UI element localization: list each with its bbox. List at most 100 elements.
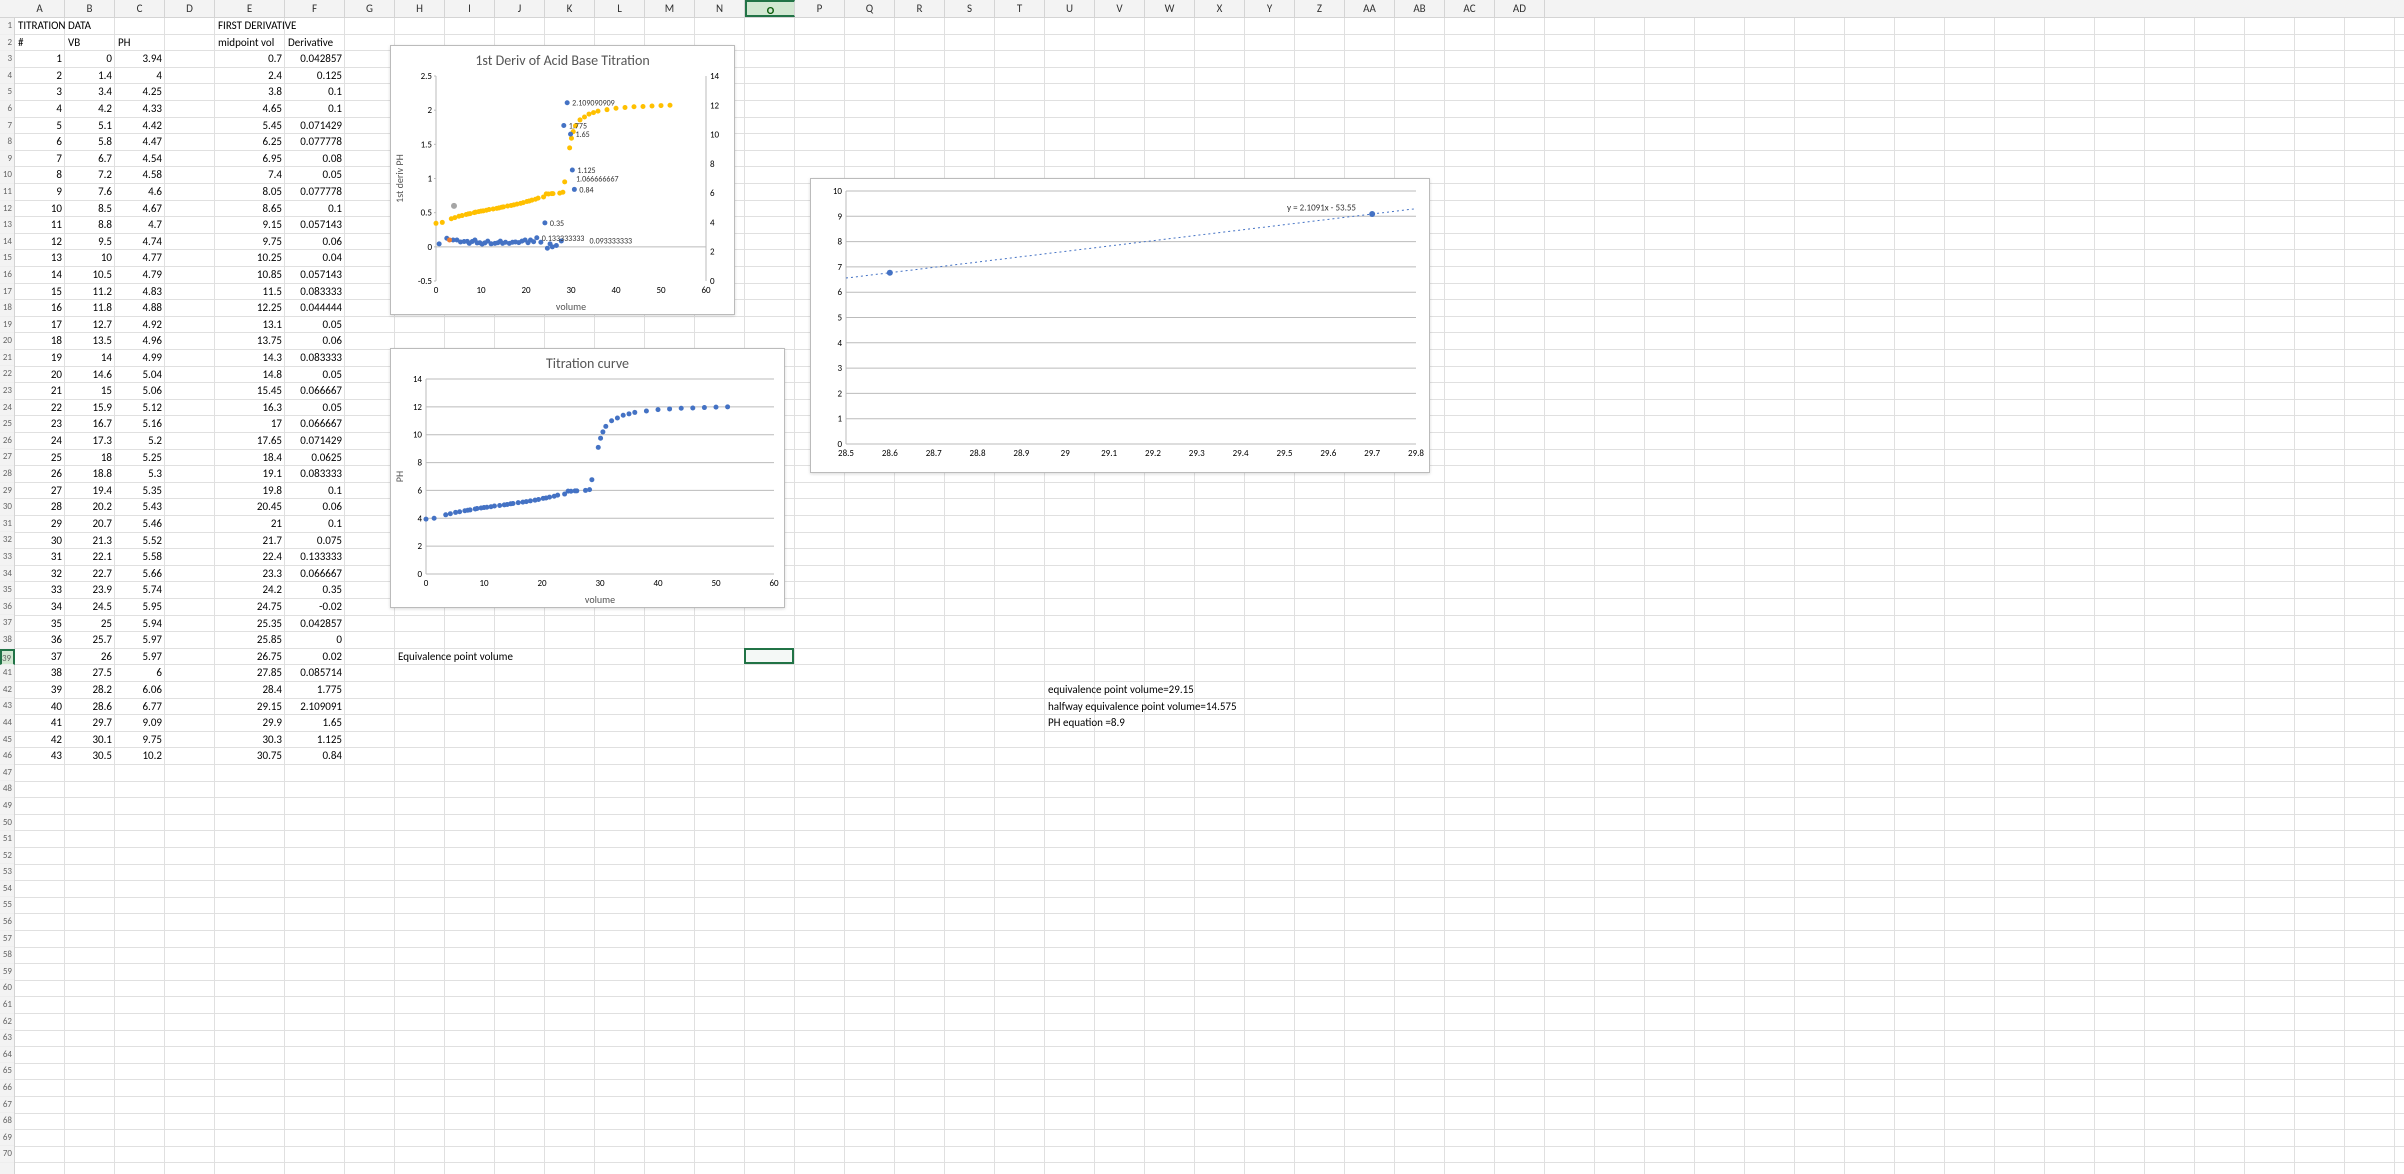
cell-E37[interactable]: 25.35 [215,616,285,633]
cell-F3[interactable]: 0.042857 [285,51,345,68]
cell-A20[interactable]: 18 [15,333,65,350]
row-header-37[interactable]: 37 [0,615,14,632]
cell-B31[interactable]: 20.7 [65,516,115,533]
cell-A11[interactable]: 9 [15,184,65,201]
cell-E12[interactable]: 8.65 [215,201,285,218]
col-header-AB[interactable]: AB [1395,0,1445,17]
cell-E22[interactable]: 14.8 [215,367,285,384]
cell-F4[interactable]: 0.125 [285,68,345,85]
cell-A31[interactable]: 29 [15,516,65,533]
cell-C20[interactable]: 4.96 [115,333,165,350]
cell-E16[interactable]: 10.85 [215,267,285,284]
cell-C40[interactable]: 6 [115,665,165,682]
cell-A15[interactable]: 13 [15,250,65,267]
cell-E25[interactable]: 17 [215,416,285,433]
cell-A37[interactable]: 35 [15,616,65,633]
row-header-38[interactable]: 38 [0,632,14,649]
row-header-22[interactable]: 22 [0,366,14,383]
cell-B33[interactable]: 22.1 [65,549,115,566]
cell-A8[interactable]: 6 [15,134,65,151]
row-header-21[interactable]: 21 [0,350,14,367]
cell-A7[interactable]: 5 [15,118,65,135]
cell-A9[interactable]: 7 [15,151,65,168]
cell-F15[interactable]: 0.04 [285,250,345,267]
cell-E40[interactable]: 27.85 [215,665,285,682]
cell-B4[interactable]: 1.4 [65,68,115,85]
cell-A6[interactable]: 4 [15,101,65,118]
cell-H39[interactable]: Equivalence point volume [395,649,795,666]
cell-E44[interactable]: 30.3 [215,732,285,749]
cell-B17[interactable]: 11.2 [65,284,115,301]
col-header-G[interactable]: G [345,0,395,17]
cell-A2[interactable]: # [15,35,65,52]
cell-C9[interactable]: 4.54 [115,151,165,168]
cell-F41[interactable]: 1.775 [285,682,345,699]
cell-E7[interactable]: 5.45 [215,118,285,135]
cell-B27[interactable]: 18 [65,450,115,467]
cell-B38[interactable]: 25.7 [65,632,115,649]
row-header-52[interactable]: 52 [0,848,14,865]
cell-B43[interactable]: 29.7 [65,715,115,732]
cell-C27[interactable]: 5.25 [115,450,165,467]
cell-E34[interactable]: 23.3 [215,566,285,583]
col-header-Y[interactable]: Y [1245,0,1295,17]
cell-A34[interactable]: 32 [15,566,65,583]
cell-E36[interactable]: 24.75 [215,599,285,616]
row-header-31[interactable]: 31 [0,516,14,533]
cell-A10[interactable]: 8 [15,167,65,184]
cell-F18[interactable]: 0.044444 [285,300,345,317]
cell-B26[interactable]: 17.3 [65,433,115,450]
cell-C42[interactable]: 6.77 [115,699,165,716]
row-header-65[interactable]: 65 [0,1063,14,1080]
cell-B10[interactable]: 7.2 [65,167,115,184]
col-header-B[interactable]: B [65,0,115,17]
cell-F43[interactable]: 1.65 [285,715,345,732]
cell-C39[interactable]: 5.97 [115,649,165,666]
cell-C45[interactable]: 10.2 [115,748,165,765]
cell-F20[interactable]: 0.06 [285,333,345,350]
cell-E11[interactable]: 8.05 [215,184,285,201]
row-header-17[interactable]: 17 [0,284,14,301]
cell-F19[interactable]: 0.05 [285,317,345,334]
row-header-56[interactable]: 56 [0,914,14,931]
cell-F27[interactable]: 0.0625 [285,450,345,467]
cell-A17[interactable]: 15 [15,284,65,301]
cell-E5[interactable]: 3.8 [215,84,285,101]
cell-B44[interactable]: 30.1 [65,732,115,749]
cell-E18[interactable]: 12.25 [215,300,285,317]
cell-F38[interactable]: 0 [285,632,345,649]
col-header-S[interactable]: S [945,0,995,17]
row-header-55[interactable]: 55 [0,897,14,914]
col-header-V[interactable]: V [1095,0,1145,17]
col-header-P[interactable]: P [795,0,845,17]
cell-C18[interactable]: 4.88 [115,300,165,317]
cell-C41[interactable]: 6.06 [115,682,165,699]
cell-A13[interactable]: 11 [15,217,65,234]
cell-E3[interactable]: 0.7 [215,51,285,68]
cell-C33[interactable]: 5.58 [115,549,165,566]
row-header-49[interactable]: 49 [0,798,14,815]
col-header-R[interactable]: R [895,0,945,17]
col-header-I[interactable]: I [445,0,495,17]
cell-B11[interactable]: 7.6 [65,184,115,201]
cell-E39[interactable]: 26.75 [215,649,285,666]
cell-F31[interactable]: 0.1 [285,516,345,533]
row-header-48[interactable]: 48 [0,781,14,798]
row-header-12[interactable]: 12 [0,201,14,218]
col-header-N[interactable]: N [695,0,745,17]
cell-C32[interactable]: 5.52 [115,533,165,550]
cell-C23[interactable]: 5.06 [115,383,165,400]
col-header-AC[interactable]: AC [1445,0,1495,17]
cell-F28[interactable]: 0.083333 [285,466,345,483]
row-header-35[interactable]: 35 [0,582,14,599]
cell-A42[interactable]: 40 [15,699,65,716]
cell-C12[interactable]: 4.67 [115,201,165,218]
cell-B42[interactable]: 28.6 [65,699,115,716]
cell-C29[interactable]: 5.35 [115,483,165,500]
cell-A16[interactable]: 14 [15,267,65,284]
row-header-14[interactable]: 14 [0,234,14,251]
row-header-3[interactable]: 3 [0,51,14,68]
cell-B34[interactable]: 22.7 [65,566,115,583]
col-header-C[interactable]: C [115,0,165,17]
cell-U41[interactable]: equivalence point volume=29.15 [1045,682,1445,699]
